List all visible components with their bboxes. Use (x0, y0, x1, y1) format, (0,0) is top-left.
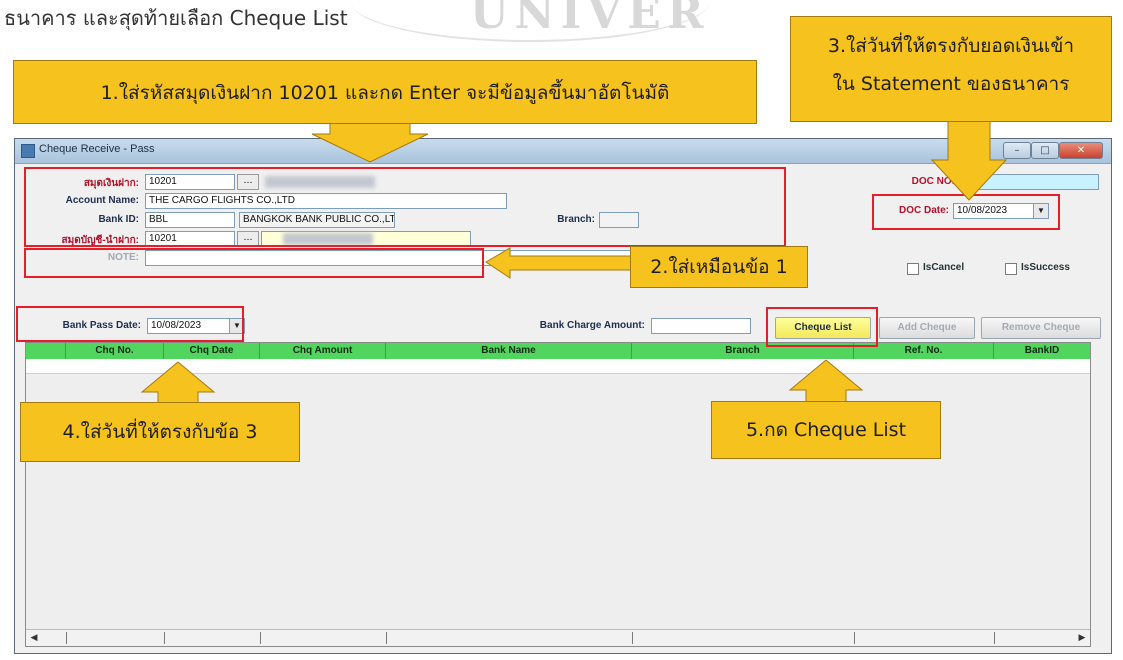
callout-step3-line1: 3.ใส่วันที่ให้ตรงกับยอดเงินเข้า (827, 35, 1075, 57)
callout-step5: 5.กด Cheque List (711, 401, 941, 459)
arrow-step2 (485, 247, 633, 279)
arrow-step4 (140, 361, 216, 405)
callout-step3: 3.ใส่วันที่ให้ตรงกับยอดเงินเข้า ใน State… (790, 16, 1112, 122)
arrow-step1 (311, 121, 429, 163)
arrow-step5 (788, 359, 864, 403)
callout-step3-line2: ใน Statement ของธนาคาร (832, 73, 1070, 95)
arrow-step3 (930, 113, 1008, 201)
callout-step4: 4.ใส่วันที่ให้ตรงกับข้อ 3 (20, 402, 300, 462)
callout-step1: 1.ใส่รหัสสมุดเงินฝาก 10201 และกด Enter จ… (13, 60, 757, 124)
callout-step2: 2.ใส่เหมือนข้อ 1 (630, 246, 808, 288)
